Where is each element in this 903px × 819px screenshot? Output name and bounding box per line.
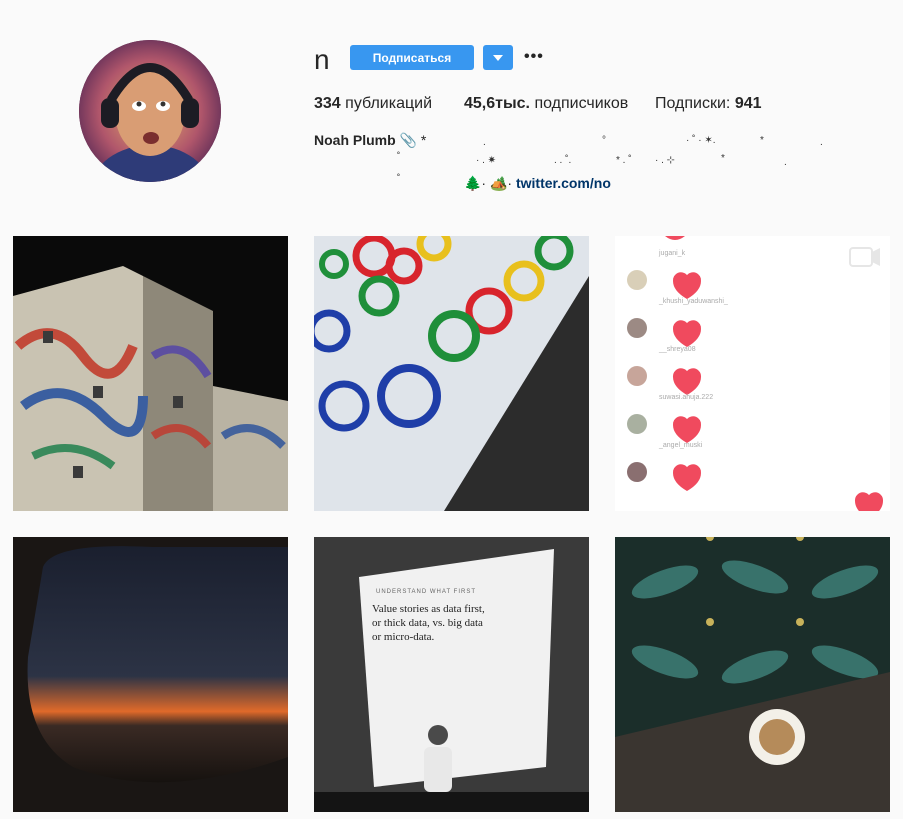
name-emoji: 📎 * (399, 132, 427, 148)
suggestions-dropdown-button[interactable] (483, 45, 513, 70)
post-image (314, 236, 589, 511)
live-comment: _angel_muski (659, 442, 703, 449)
bio-star: ˚ (397, 174, 401, 185)
posts-label: публикаций (345, 95, 433, 112)
bio-star: * (721, 153, 725, 164)
bio-star: . . ˚. (554, 155, 572, 166)
post-presentation[interactable]: UNDERSTAND WHAT FIRST Value stories as d… (314, 537, 589, 812)
bio-star: · . ✷ (476, 155, 497, 166)
more-options-button[interactable]: ••• (524, 48, 544, 66)
bio-star: · . ⊹ (655, 155, 676, 166)
bio-star: * . ˚ (616, 155, 632, 166)
bio-star: · ˚ · ✶. (686, 135, 716, 146)
website-link[interactable]: twitter.com/no (516, 175, 611, 191)
post-image (13, 537, 288, 812)
following-label: Подписки: (655, 95, 731, 112)
profile-avatar[interactable] (79, 40, 221, 182)
bio-line-1: Noah Plumb 📎 * (314, 132, 426, 149)
post-image (13, 236, 288, 511)
bio-star: . (820, 137, 823, 148)
bio-line-3: 🌲· 🏕️· twitter.com/no (464, 175, 611, 192)
follow-button[interactable]: Подписаться (350, 45, 474, 70)
post-airplane-window[interactable] (13, 537, 288, 812)
live-comment: jugani_k (659, 250, 686, 257)
followers-label: подписчиков (534, 95, 629, 112)
following-count: 941 (734, 95, 762, 112)
posts-count: 334 (314, 95, 341, 112)
followers-stat[interactable]: 45,6тыс. подписчиков (464, 95, 628, 113)
bio-star: . (483, 137, 486, 148)
followers-count: 45,6тыс. (464, 95, 530, 112)
live-comment: suwasi.ahuja.222 (659, 394, 714, 401)
full-name: Noah Plumb (314, 132, 396, 148)
post-paint-circles[interactable] (314, 236, 589, 511)
post-building-mural[interactable] (13, 236, 288, 511)
post-image (615, 537, 890, 812)
live-comment: _khushi_yaduwanshi_ (659, 298, 728, 305)
following-stat[interactable]: Подписки: 941 (655, 95, 762, 113)
post-image (615, 236, 890, 511)
bio-star: . (784, 157, 787, 168)
bio-star: ° (602, 135, 606, 146)
bio-star: * (760, 135, 764, 146)
post-live-hearts[interactable]: jugani_k _khushi_yaduwanshi_ __shreya08 … (615, 236, 890, 511)
bio-star: ˚ (397, 152, 401, 163)
live-comment: __shreya08 (659, 346, 696, 353)
slide-kicker: UNDERSTAND WHAT FIRST (376, 589, 476, 595)
profile-username: n (314, 44, 330, 75)
slide-line: Value stories as data first, (372, 603, 485, 615)
slide-line: or micro-data. (372, 631, 435, 643)
post-image (314, 537, 589, 812)
caret-down-icon (493, 54, 503, 61)
posts-stat: 334 публикаций (314, 95, 432, 113)
bio-emoji: 🌲· 🏕️· (464, 175, 513, 191)
slide-line: or thick data, vs. big data (372, 617, 483, 629)
post-coffee-tiles[interactable] (615, 537, 890, 812)
